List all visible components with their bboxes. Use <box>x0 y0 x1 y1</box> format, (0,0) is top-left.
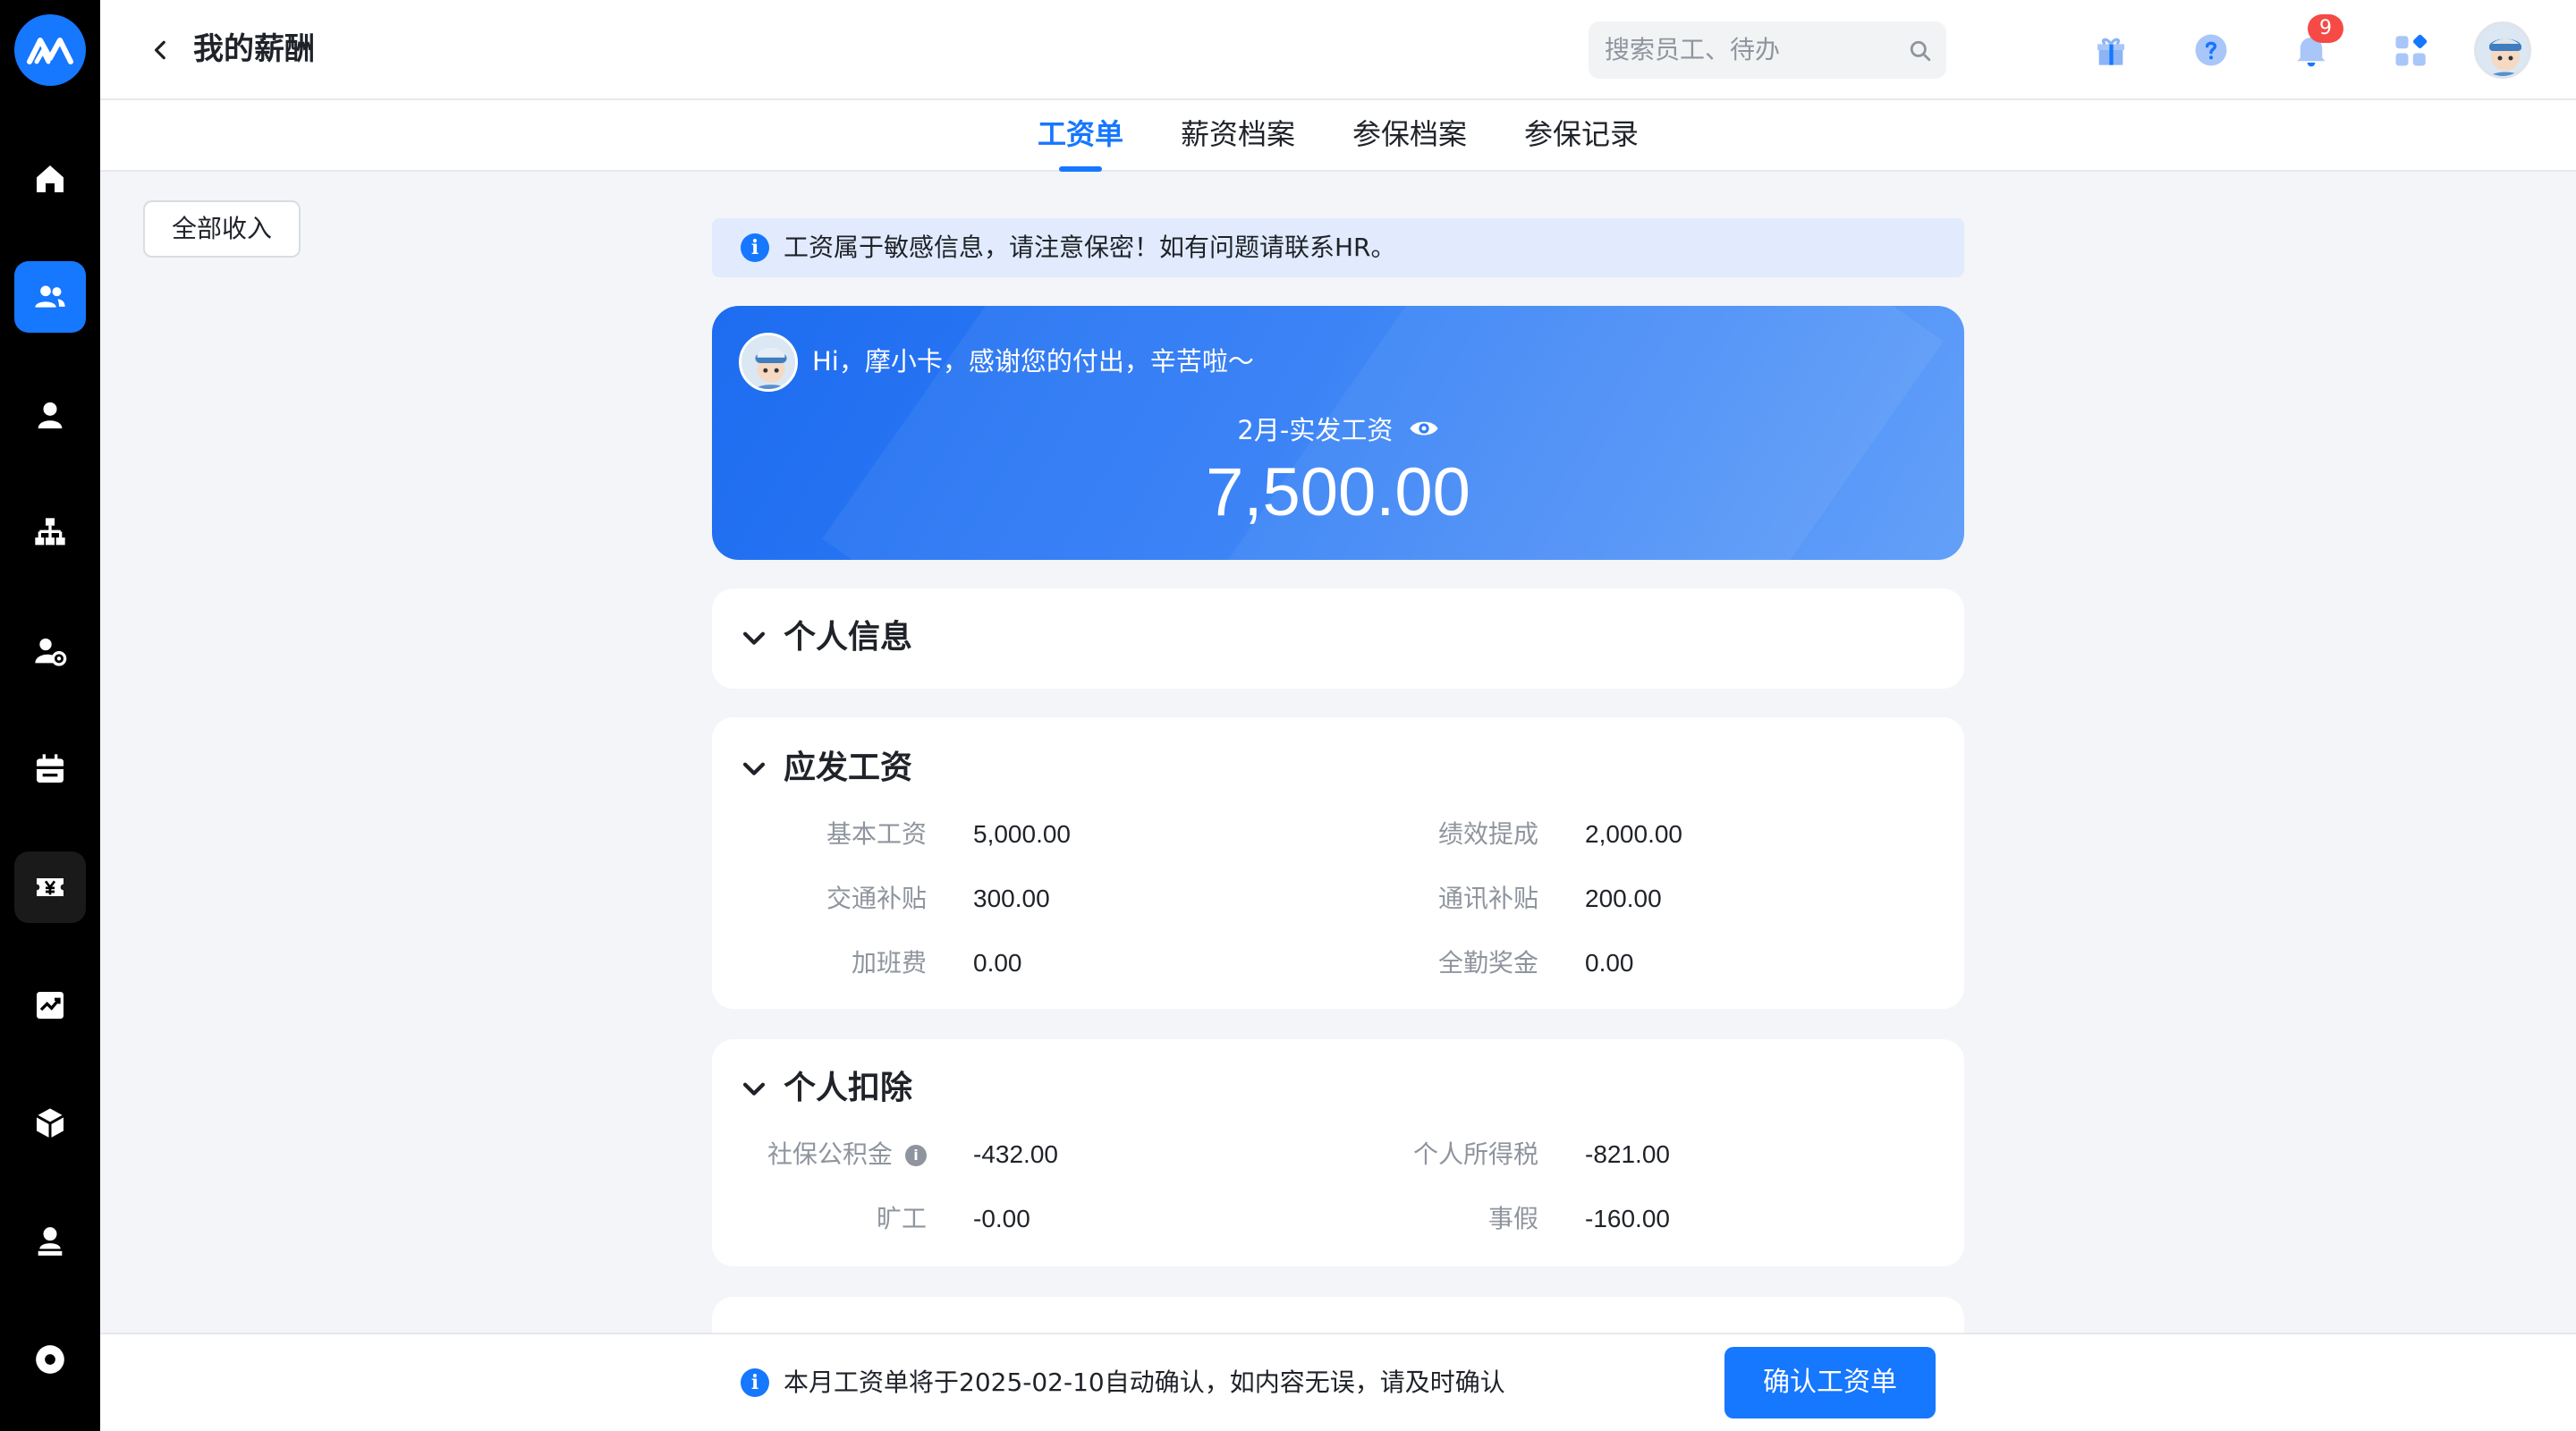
item-value: -160.00 <box>1585 1205 1670 1232</box>
settings-icon[interactable] <box>14 1324 86 1395</box>
auto-confirm-notice: 本月工资单将于2025-02-10自动确认，如内容无误，请及时确认 <box>784 1367 1505 1397</box>
profile-icon[interactable] <box>14 1206 86 1277</box>
sensitive-info-notice: i 工资属于敏感信息，请注意保密！如有问题请联系HR。 <box>712 218 1964 277</box>
user-avatar <box>739 333 798 392</box>
net-salary-card: Hi，摩小卡，感谢您的付出，辛苦啦～ 2月-实发工资 7,500.00 <box>712 306 1964 560</box>
team-icon[interactable] <box>14 261 86 333</box>
item-label: 事假 <box>1487 1204 1538 1233</box>
section-title: 个人信息 <box>784 619 913 656</box>
item-value: -0.00 <box>973 1205 1030 1232</box>
item-value: 5,000.00 <box>973 820 1071 848</box>
item-value: -821.00 <box>1585 1140 1670 1168</box>
net-salary-label: 2月-实发工资 <box>712 413 1964 451</box>
search-input[interactable]: 搜索员工、待办 <box>1589 21 1946 79</box>
user-settings-icon[interactable] <box>14 615 86 687</box>
item-value: 2,000.00 <box>1585 820 1682 848</box>
personal-info-header[interactable]: 个人信息 <box>739 588 912 687</box>
tab-bar <box>100 100 2576 172</box>
net-salary-amount: 7,500.00 <box>1206 454 1470 530</box>
item-label: 绩效提成 <box>1437 819 1538 849</box>
item-label: 基本工资 <box>826 819 927 849</box>
gift-icon[interactable] <box>2088 27 2134 73</box>
gross-pay-header[interactable]: 应发工资 <box>739 719 912 817</box>
item-value: 300.00 <box>973 885 1050 912</box>
item-label: 交通补贴 <box>826 884 927 913</box>
search-icon <box>1910 40 1931 62</box>
personal-info-section: 个人信息 <box>712 588 1964 689</box>
notice-text: 工资属于敏感信息，请注意保密！如有问题请联系HR。 <box>784 233 1396 262</box>
deductions-header[interactable]: 个人扣除 <box>739 1039 912 1138</box>
item-label: 全勤奖金 <box>1437 948 1538 978</box>
section-title: 应发工资 <box>784 749 913 786</box>
income-filter-button[interactable]: 全部收入 <box>143 200 301 258</box>
gross-pay-section: 应发工资 基本工资 5,000.00 绩效提成 2,000.00 交通补贴 30… <box>712 717 1964 1009</box>
calendar-icon[interactable] <box>14 733 86 805</box>
tab-insurance-records[interactable]: 参保记录 <box>1524 116 1639 152</box>
apps-icon[interactable] <box>2388 27 2435 73</box>
logo-icon[interactable] <box>14 14 86 86</box>
item-label: 个人所得税 <box>1412 1139 1538 1169</box>
help-icon[interactable] <box>2188 27 2234 73</box>
chevron-down-icon <box>742 631 766 645</box>
home-icon[interactable] <box>14 143 86 215</box>
tab-payslip[interactable]: 工资单 <box>1038 116 1123 152</box>
info-icon: i <box>741 1368 769 1397</box>
info-icon[interactable]: i <box>905 1145 927 1166</box>
item-value: 0.00 <box>1585 949 1634 977</box>
page-title: 我的薪酬 <box>193 31 315 67</box>
avatar[interactable] <box>2474 21 2531 79</box>
org-chart-icon[interactable] <box>14 497 86 569</box>
item-label: 社保公积金 i <box>730 1139 927 1170</box>
user-icon[interactable] <box>14 379 86 451</box>
report-icon[interactable] <box>14 970 86 1041</box>
notification-badge: 9 <box>2308 14 2343 43</box>
confirm-payslip-button[interactable]: 确认工资单 <box>1724 1347 1936 1418</box>
item-value: 200.00 <box>1585 885 1662 912</box>
sidebar-rail <box>0 0 100 1431</box>
chevron-left-icon <box>154 40 165 60</box>
salary-icon[interactable] <box>14 851 86 923</box>
tab-insurance-profile[interactable]: 参保档案 <box>1352 116 1467 152</box>
item-label: 加班费 <box>851 948 927 978</box>
package-icon[interactable] <box>14 1088 86 1159</box>
chevron-down-icon <box>742 1082 766 1096</box>
eye-icon[interactable] <box>1409 413 1439 451</box>
search-placeholder: 搜索员工、待办 <box>1605 35 1781 64</box>
chevron-down-icon <box>742 762 766 775</box>
net-salary-label-text: 2月-实发工资 <box>1237 415 1394 445</box>
item-value: -432.00 <box>973 1140 1058 1168</box>
tab-salary-profile[interactable]: 薪资档案 <box>1181 116 1295 152</box>
bottom-confirm-bar: i 本月工资单将于2025-02-10自动确认，如内容无误，请及时确认 确认工资… <box>100 1333 2576 1431</box>
item-label-text: 社保公积金 <box>767 1139 893 1169</box>
back-button[interactable] <box>143 32 179 68</box>
greeting-text: Hi，摩小卡，感谢您的付出，辛苦啦～ <box>812 346 1254 377</box>
section-title: 个人扣除 <box>784 1070 913 1106</box>
deductions-section: 个人扣除 社保公积金 i -432.00 个人所得税 -821.00 旷工 -0.… <box>712 1039 1964 1266</box>
info-icon: i <box>741 233 769 262</box>
item-label: 通讯补贴 <box>1437 884 1538 913</box>
item-value: 0.00 <box>973 949 1022 977</box>
item-label: 旷工 <box>876 1204 927 1233</box>
active-tab-indicator <box>1059 166 1102 172</box>
